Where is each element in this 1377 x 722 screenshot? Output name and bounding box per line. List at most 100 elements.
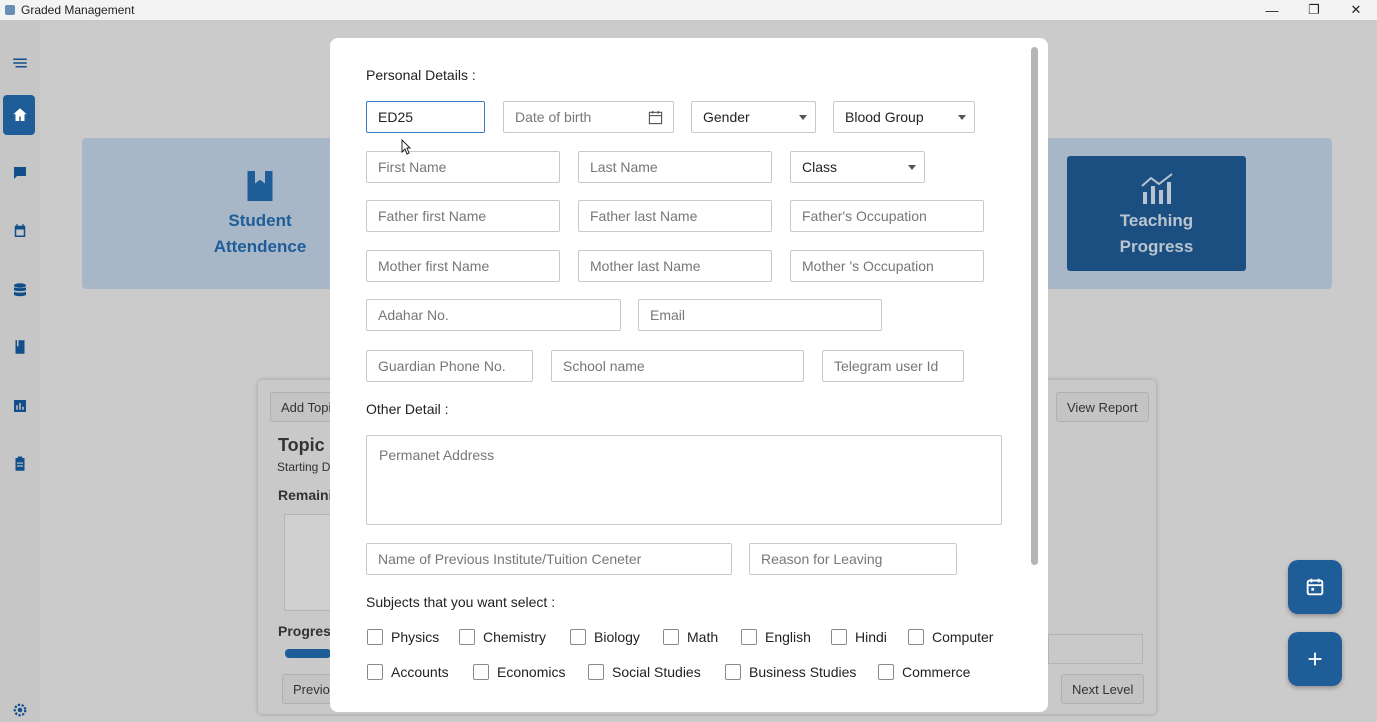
checkbox[interactable] xyxy=(473,664,489,680)
bar-chart-icon[interactable] xyxy=(8,394,32,418)
school-name-input[interactable] xyxy=(551,350,804,382)
subject-checkbox-english[interactable]: English xyxy=(741,628,811,646)
father-occupation-input[interactable] xyxy=(790,200,984,232)
calendar-icon xyxy=(1306,578,1324,596)
checkbox[interactable] xyxy=(878,664,894,680)
chevron-down-icon xyxy=(958,114,966,120)
checkbox[interactable] xyxy=(663,629,679,645)
checkbox[interactable] xyxy=(367,664,383,680)
blood-group-value: Blood Group xyxy=(845,109,924,125)
remaining-label: Remaini xyxy=(278,487,333,503)
chevron-down-icon xyxy=(908,164,916,170)
gender-select[interactable]: Gender xyxy=(691,101,816,133)
subject-label: Math xyxy=(687,629,719,645)
calendar-fab-button[interactable] xyxy=(1288,560,1342,614)
subjects-label: Subjects that you want select : xyxy=(366,594,556,610)
mother-last-name-input[interactable] xyxy=(578,250,772,282)
home-icon[interactable] xyxy=(8,103,32,127)
subject-checkbox-chemistry[interactable]: Chemistry xyxy=(459,628,546,646)
growth-chart-icon xyxy=(1140,173,1173,204)
menu-icon[interactable] xyxy=(8,51,32,75)
minimize-button[interactable]: — xyxy=(1251,0,1293,20)
subject-checkbox-math[interactable]: Math xyxy=(663,628,718,646)
blood-group-select[interactable]: Blood Group xyxy=(833,101,975,133)
subject-checkbox-business-studies[interactable]: Business Studies xyxy=(725,663,856,681)
chevron-down-icon xyxy=(799,114,807,120)
permanent-address-input[interactable] xyxy=(366,435,1002,525)
checkbox[interactable] xyxy=(831,629,847,645)
calendar-icon[interactable] xyxy=(648,110,663,125)
mother-first-name-input[interactable] xyxy=(366,250,560,282)
subject-label: Chemistry xyxy=(483,629,547,645)
subject-label: Economics xyxy=(497,664,566,680)
subject-checkbox-hindi[interactable]: Hindi xyxy=(831,628,887,646)
book-icon[interactable] xyxy=(8,335,32,359)
personal-details-label: Personal Details : xyxy=(366,67,476,83)
checkbox[interactable] xyxy=(570,629,586,645)
teaching-progress-tile[interactable]: Teaching Progress xyxy=(1067,156,1246,271)
checkbox[interactable] xyxy=(908,629,924,645)
checkbox[interactable] xyxy=(588,664,604,680)
subject-label: Biology xyxy=(594,629,640,645)
admission-number-input[interactable] xyxy=(366,101,485,133)
email-input[interactable] xyxy=(638,299,882,331)
teaching-tile-line1: Teaching xyxy=(1119,211,1194,230)
checkbox[interactable] xyxy=(459,629,475,645)
guardian-phone-input[interactable] xyxy=(366,350,533,382)
close-button[interactable]: ✕ xyxy=(1335,0,1377,20)
chat-icon[interactable] xyxy=(8,161,32,185)
father-first-name-input[interactable] xyxy=(366,200,560,232)
app-icon xyxy=(5,5,15,15)
dob-placeholder: Date of birth xyxy=(515,109,592,125)
remaining-chart xyxy=(284,514,334,611)
checkbox[interactable] xyxy=(725,664,741,680)
subject-checkbox-economics[interactable]: Economics xyxy=(473,663,565,681)
class-value: Class xyxy=(802,159,838,175)
checkbox[interactable] xyxy=(367,629,383,645)
subject-checkbox-commerce[interactable]: Commerce xyxy=(878,663,970,681)
subject-checkbox-accounts[interactable]: Accounts xyxy=(367,663,449,681)
teaching-tile-line2: Progress xyxy=(1119,237,1194,256)
topic-title: Topic xyxy=(278,435,325,455)
view-report-button[interactable]: View Report xyxy=(1056,392,1149,422)
subject-label: Computer xyxy=(932,629,994,645)
subject-checkbox-physics[interactable]: Physics xyxy=(367,628,439,646)
subject-checkbox-biology[interactable]: Biology xyxy=(570,628,640,646)
next-level-button[interactable]: Next Level xyxy=(1061,674,1145,704)
class-select[interactable]: Class xyxy=(790,151,925,183)
reason-for-leaving-input[interactable] xyxy=(749,543,957,575)
student-tile-line1: Student xyxy=(228,211,292,230)
progress-label: Progres xyxy=(278,623,331,639)
last-name-input[interactable] xyxy=(578,151,772,183)
restore-button[interactable]: ❐ xyxy=(1293,0,1335,20)
subject-checkbox-computer[interactable]: Computer xyxy=(908,628,993,646)
subject-label: Physics xyxy=(391,629,440,645)
father-last-name-input[interactable] xyxy=(578,200,772,232)
first-name-input[interactable] xyxy=(366,151,560,183)
subject-label: English xyxy=(765,629,811,645)
date-of-birth-field[interactable]: Date of birth xyxy=(503,101,674,133)
subject-label: Business Studies xyxy=(749,664,857,680)
title-bar: Graded Management — ❐ ✕ xyxy=(0,0,1377,20)
modal-scrollbar[interactable] xyxy=(1031,47,1038,565)
adahar-number-input[interactable] xyxy=(366,299,621,331)
mouse-cursor-icon xyxy=(401,139,411,155)
previous-institute-input[interactable] xyxy=(366,543,732,575)
progress-bar xyxy=(285,649,331,658)
telegram-id-input[interactable] xyxy=(822,350,964,382)
subject-label: Hindi xyxy=(855,629,887,645)
background-input xyxy=(1048,634,1143,664)
window-title: Graded Management xyxy=(21,3,135,17)
window-controls: — ❐ ✕ xyxy=(1251,0,1377,20)
subject-label: Commerce xyxy=(902,664,971,680)
subject-checkbox-social-studies[interactable]: Social Studies xyxy=(588,663,701,681)
clipboard-icon[interactable] xyxy=(8,452,32,476)
settings-gear-icon[interactable] xyxy=(8,698,32,722)
plus-icon xyxy=(1308,652,1322,666)
student-attendance-tile[interactable]: Student Attendence xyxy=(180,160,340,270)
checkbox[interactable] xyxy=(741,629,757,645)
database-icon[interactable] xyxy=(8,278,32,302)
mother-occupation-input[interactable] xyxy=(790,250,984,282)
add-fab-button[interactable] xyxy=(1288,632,1342,686)
calendar-icon[interactable] xyxy=(8,219,32,243)
